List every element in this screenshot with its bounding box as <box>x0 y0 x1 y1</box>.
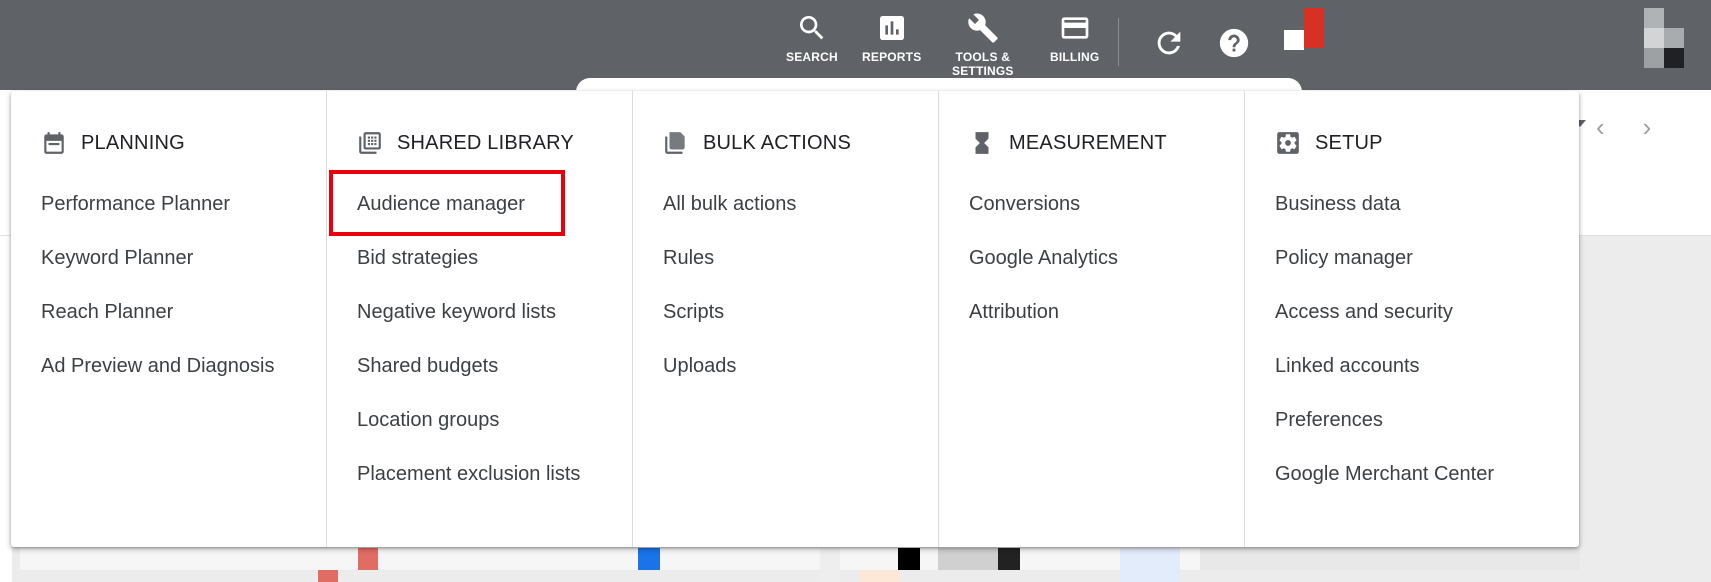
menu-item-google-merchant-center[interactable]: Google Merchant Center <box>1245 447 1574 501</box>
menu-column-measurement: MEASUREMENT Conversions Google Analytics… <box>938 91 1244 547</box>
refresh-icon[interactable] <box>1152 26 1186 60</box>
menu-column-shared-library: SHARED LIBRARY Audience manager Bid stra… <box>326 91 632 547</box>
column-title: SETUP <box>1315 131 1383 154</box>
menu-item-attribution[interactable]: Attribution <box>939 285 1244 339</box>
menu-item-placement-exclusion-lists[interactable]: Placement exclusion lists <box>327 447 632 501</box>
menu-item-linked-accounts[interactable]: Linked accounts <box>1245 339 1574 393</box>
reports-label: REPORTS <box>862 50 922 64</box>
calendar-icon <box>44 132 64 154</box>
copy-icon <box>665 132 685 154</box>
menu-item-ad-preview[interactable]: Ad Preview and Diagnosis <box>11 339 326 393</box>
menu-item-uploads[interactable]: Uploads <box>633 339 938 393</box>
menu-item-rules[interactable]: Rules <box>633 231 938 285</box>
chevron-right-icon[interactable]: › <box>1643 112 1652 142</box>
search-icon <box>799 16 824 40</box>
chart-block <box>318 570 338 582</box>
chart-block <box>998 548 1020 570</box>
menu-column-bulk-actions: BULK ACTIONS All bulk actions Rules Scri… <box>632 91 938 547</box>
settings-icon <box>1277 132 1299 154</box>
column-title: SHARED LIBRARY <box>397 131 574 154</box>
menu-item-location-groups[interactable]: Location groups <box>327 393 632 447</box>
column-title: BULK ACTIONS <box>703 131 851 154</box>
menu-item-google-analytics[interactable]: Google Analytics <box>939 231 1244 285</box>
wrench-icon <box>968 13 998 43</box>
menu-column-planning: PLANNING Performance Planner Keyword Pla… <box>11 91 326 547</box>
menu-item-preferences[interactable]: Preferences <box>1245 393 1574 447</box>
tools-settings-label: TOOLS & SETTINGS <box>952 50 1014 78</box>
column-title: PLANNING <box>81 131 185 154</box>
chart-block <box>638 548 660 570</box>
chart-block <box>1120 548 1180 582</box>
column-header: BULK ACTIONS <box>633 127 938 159</box>
avatar[interactable] <box>1644 8 1684 68</box>
chevron-left-icon[interactable]: ‹ <box>1596 112 1605 142</box>
menu-item-reach-planner[interactable]: Reach Planner <box>11 285 326 339</box>
menu-item-scripts[interactable]: Scripts <box>633 285 938 339</box>
menu-item-audience-manager[interactable]: Audience manager <box>327 177 632 231</box>
billing-label: BILLING <box>1050 50 1100 64</box>
library-icon <box>359 132 381 154</box>
menu-item-conversions[interactable]: Conversions <box>939 177 1244 231</box>
menu-item-bid-strategies[interactable]: Bid strategies <box>327 231 632 285</box>
toolbar-divider <box>1118 18 1119 66</box>
menu-item-policy-manager[interactable]: Policy manager <box>1245 231 1574 285</box>
menu-item-performance-planner[interactable]: Performance Planner <box>11 177 326 231</box>
chart-block <box>1200 548 1580 570</box>
search-label: SEARCH <box>786 50 838 64</box>
help-icon[interactable] <box>1217 26 1251 60</box>
menu-item-access-and-security[interactable]: Access and security <box>1245 285 1574 339</box>
chart-block <box>358 548 378 570</box>
menu-item-business-data[interactable]: Business data <box>1245 177 1574 231</box>
menu-item-shared-budgets[interactable]: Shared budgets <box>327 339 632 393</box>
chart-block <box>820 548 840 582</box>
chart-block <box>860 570 900 582</box>
column-title: MEASUREMENT <box>1009 131 1167 154</box>
column-header: SHARED LIBRARY <box>327 127 632 159</box>
reports-icon <box>879 16 904 40</box>
chart-block <box>938 548 998 570</box>
hourglass-icon <box>975 132 989 154</box>
search-button[interactable]: SEARCH <box>786 12 838 64</box>
menu-item-negative-keyword-lists[interactable]: Negative keyword lists <box>327 285 632 339</box>
top-bar: SEARCH REPORTS TOOLS & SETTINGS BILLING <box>0 0 1711 90</box>
billing-button[interactable]: BILLING <box>1050 12 1099 64</box>
tools-settings-button[interactable]: TOOLS & SETTINGS <box>952 12 1014 78</box>
column-header: SETUP <box>1245 127 1574 159</box>
tools-settings-menu: PLANNING Performance Planner Keyword Pla… <box>11 91 1579 547</box>
chart-block <box>898 548 920 570</box>
pager-arrows: ‹ › <box>1596 112 1689 143</box>
menu-item-all-bulk-actions[interactable]: All bulk actions <box>633 177 938 231</box>
menu-item-keyword-planner[interactable]: Keyword Planner <box>11 231 326 285</box>
column-header: PLANNING <box>11 127 326 159</box>
credit-card-icon <box>1061 17 1089 39</box>
reports-button[interactable]: REPORTS <box>862 12 921 64</box>
menu-column-setup: SETUP Business data Policy manager Acces… <box>1244 91 1574 547</box>
column-header: MEASUREMENT <box>939 127 1244 159</box>
